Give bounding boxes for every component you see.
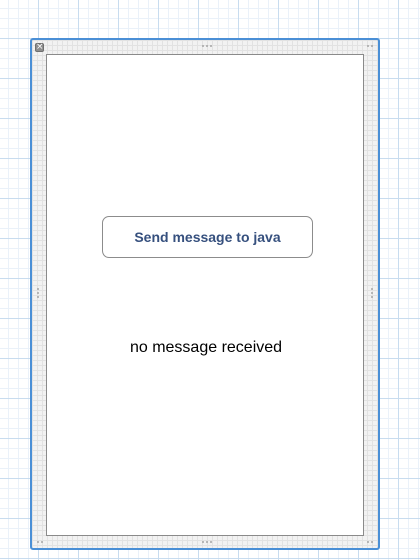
resize-handle-left[interactable] [37,288,39,298]
resize-handle-bottom[interactable] [202,541,212,543]
message-status-label: no message received [129,339,283,356]
resize-handle-bottom-right[interactable] [367,541,373,543]
resize-handle-right[interactable] [371,288,373,298]
view-controller-frame[interactable]: × Send message to java no message receiv… [30,38,380,550]
send-message-button[interactable]: Send message to java [102,216,313,258]
resize-handle-top-right[interactable] [367,45,373,47]
close-icon[interactable]: × [35,43,44,52]
resize-handle-bottom-left[interactable] [37,541,43,543]
resize-handle-top[interactable] [202,45,212,47]
content-view: Send message to java no message received [46,54,364,536]
